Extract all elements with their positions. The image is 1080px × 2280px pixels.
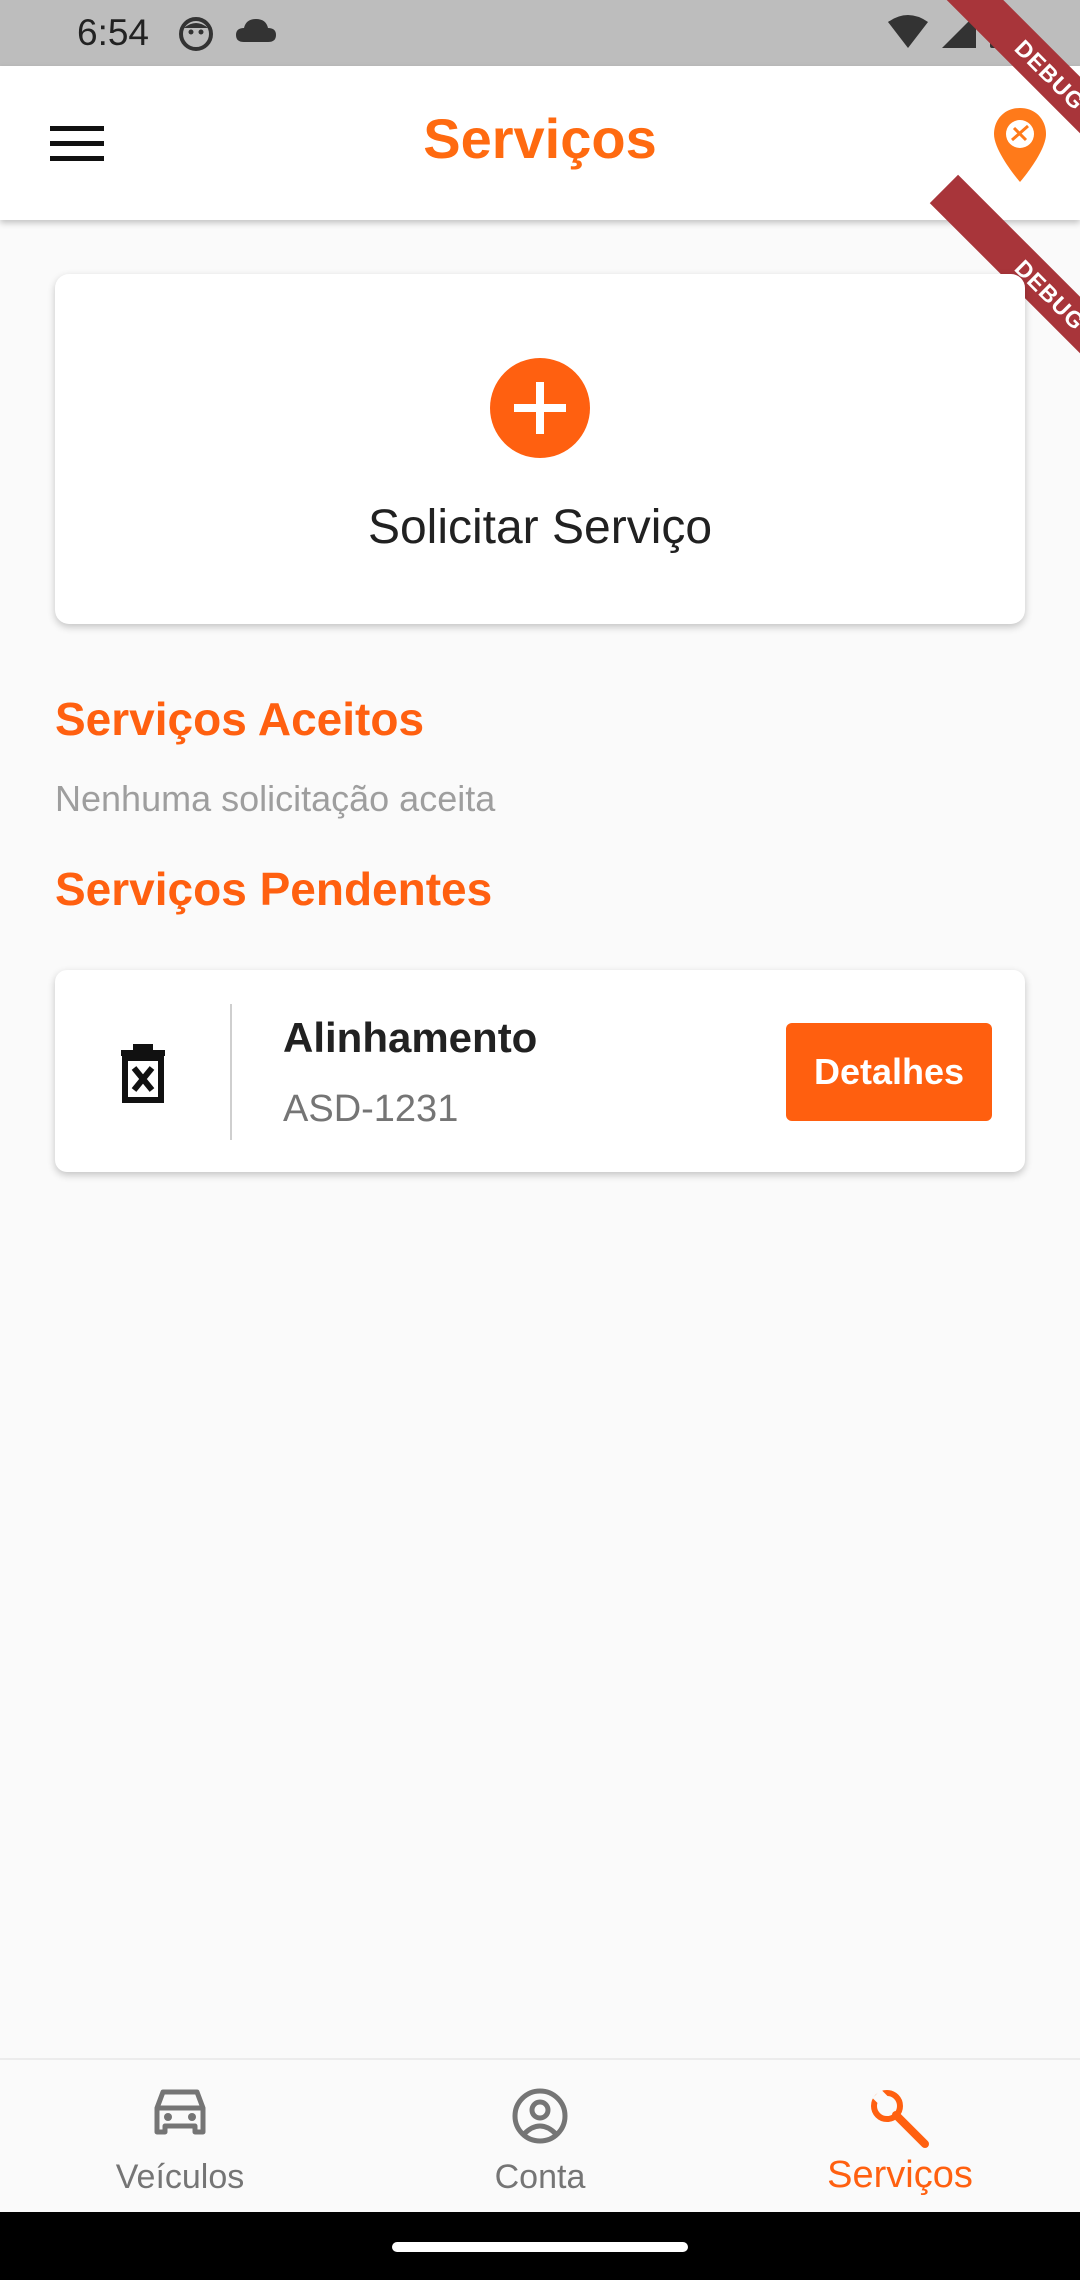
accepted-empty-message: Nenhuma solicitação aceita — [55, 778, 496, 819]
details-button[interactable]: Detalhes — [786, 1023, 992, 1121]
card-divider — [230, 1004, 232, 1140]
wrench-icon — [871, 2089, 929, 2148]
status-time: 6:54 — [77, 12, 150, 53]
service-plate: ASD-1231 — [283, 1088, 459, 1130]
pending-service-card: Alinhamento ASD-1231 Detalhes — [55, 970, 1025, 1172]
delete-service-button[interactable] — [113, 1040, 173, 1104]
location-pin-button[interactable] — [990, 106, 1050, 186]
add-service-button[interactable] — [490, 358, 590, 458]
delete-icon — [121, 1044, 165, 1103]
cloud-icon — [236, 19, 276, 42]
home-gesture-handle[interactable] — [392, 2242, 688, 2252]
android-face-icon — [179, 17, 213, 51]
location-pin-icon — [994, 108, 1046, 182]
service-name: Alinhamento — [283, 1014, 538, 1061]
accepted-services-title: Serviços Aceitos — [55, 693, 425, 745]
request-service-card[interactable]: Solicitar Serviço — [55, 274, 1025, 624]
nav-label-veiculos: Veículos — [115, 2158, 245, 2196]
nav-item-conta[interactable]: Conta — [360, 2060, 720, 2214]
status-notification-icons — [178, 16, 276, 52]
nav-label-conta: Conta — [494, 2158, 586, 2196]
pending-services-title: Serviços Pendentes — [55, 863, 493, 915]
bottom-navigation: Veículos Conta Serviços — [0, 2058, 1080, 2212]
app-bar: Serviços — [0, 66, 1080, 220]
wifi-icon — [888, 15, 928, 48]
account-circle-icon — [512, 2088, 568, 2144]
car-icon — [154, 2089, 206, 2135]
nav-label-servicos: Serviços — [827, 2154, 973, 2196]
nav-item-servicos[interactable]: Serviços — [720, 2060, 1080, 2214]
plus-icon — [514, 382, 566, 434]
request-service-label: Solicitar Serviço — [367, 501, 713, 554]
system-navigation-bar — [0, 2212, 1080, 2280]
nav-item-veiculos[interactable]: Veículos — [0, 2060, 360, 2214]
page-title: Serviços — [423, 107, 657, 170]
status-bar: 6:54 — [0, 0, 1080, 66]
